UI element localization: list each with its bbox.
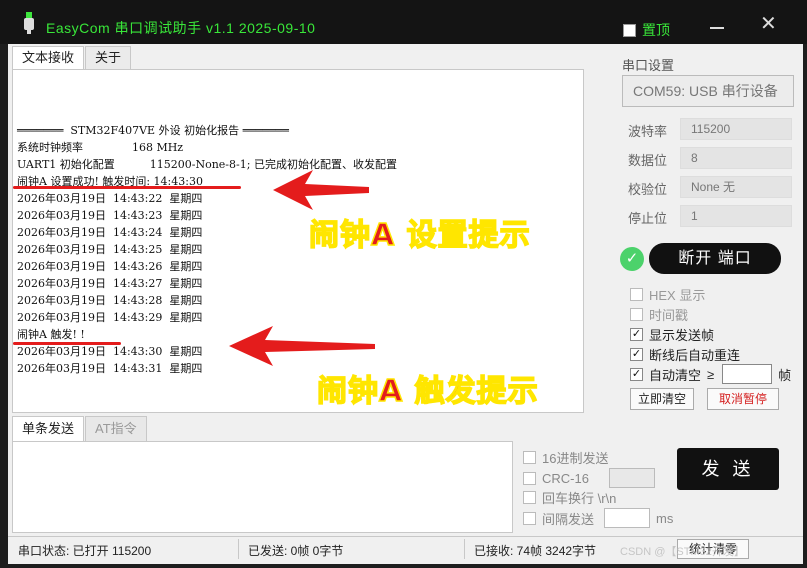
receive-line: 2026年03月19日 14:43:29 星期四 [17, 311, 203, 324]
cancel-pause-button[interactable]: 取消暂停 [707, 388, 779, 410]
parity-select[interactable]: None 无 [680, 176, 792, 198]
show-sent-checkbox[interactable]: ✓ [630, 328, 643, 341]
connected-check-icon: ✓ [620, 247, 644, 271]
interval-label: 间隔发送 [542, 511, 595, 527]
watermark: CSDN @【STM32开发】 [620, 546, 745, 558]
tab-at-command[interactable]: AT指令 [85, 416, 147, 441]
hex-display-checkbox[interactable] [630, 288, 643, 301]
crc-option[interactable]: CRC-16 [523, 468, 655, 488]
status-divider [238, 539, 239, 559]
hex-send-label: 16进制发送 [542, 451, 609, 466]
receive-text-area[interactable]: ═══════ STM32F407VE 外设 初始化报告 ═══════ 系统时… [12, 69, 584, 413]
databits-select[interactable]: 8 [680, 147, 792, 169]
show-sent-option[interactable]: ✓ 显示发送帧 [630, 325, 714, 344]
interval-checkbox[interactable] [523, 511, 536, 525]
auto-clear-option[interactable]: ✓ 自动清空 ≥ 帧 [630, 364, 791, 384]
timestamp-label: 时间戳 [649, 308, 689, 323]
crlf-checkbox[interactable] [523, 491, 536, 504]
crlf-option[interactable]: 回车换行 \r\n [523, 488, 616, 507]
received-count: 已接收: 74帧 3242字节 [474, 544, 597, 558]
window-title: EasyCom 串口调试助手 v1.1 2025-09-10 [46, 20, 316, 36]
tab-single-send[interactable]: 单条发送 [12, 416, 85, 441]
frame-unit-label: 帧 [778, 367, 792, 383]
sent-count: 已发送: 0帧 0字节 [248, 544, 344, 558]
timestamp-option[interactable]: 时间戳 [630, 305, 688, 324]
title-bar: EasyCom 串口调试助手 v1.1 2025-09-10 置顶 ✕ [0, 0, 807, 44]
stopbits-select[interactable]: 1 [680, 205, 792, 227]
arrow-icon [273, 170, 369, 210]
timestamp-checkbox[interactable] [630, 308, 643, 321]
arrow-icon [229, 326, 375, 366]
receive-line: 2026年03月19日 14:43:28 星期四 [17, 294, 203, 307]
port-status: 串口状态: 已打开 115200 [18, 544, 152, 558]
underline-marker [13, 342, 121, 345]
receive-line: 2026年03月19日 14:43:25 星期四 [17, 243, 203, 256]
show-sent-label: 显示发送帧 [649, 328, 715, 343]
tab-text-receive[interactable]: 文本接收 [12, 46, 85, 69]
clear-now-button[interactable]: 立即清空 [630, 388, 694, 410]
auto-reconnect-option[interactable]: ✓ 断线后自动重连 [630, 345, 740, 364]
minimize-button[interactable] [710, 27, 724, 29]
receive-line: 2026年03月19日 14:43:22 星期四 [17, 192, 203, 205]
auto-clear-label: 自动清空 [649, 367, 702, 383]
receive-tabs: 文本接收 关于 [12, 46, 132, 69]
receive-line: 2026年03月19日 14:43:31 星期四 [17, 362, 203, 375]
crc-label: CRC-16 [542, 470, 589, 486]
pin-checkbox[interactable] [623, 23, 636, 37]
status-divider [464, 539, 465, 559]
pin-on-top-toggle[interactable]: 置顶 [623, 20, 670, 40]
stopbits-label: 停止位 [628, 211, 668, 226]
interval-send-option[interactable]: 间隔发送 ms [523, 508, 673, 528]
main-window: 文本接收 关于 ═══════ STM32F407VE 外设 初始化报告 ═══… [8, 44, 803, 564]
close-icon[interactable]: ✕ [760, 14, 777, 34]
underline-marker [13, 186, 241, 189]
baud-label: 波特率 [628, 124, 668, 139]
receive-line: 系统时钟频率 168 MHz [17, 141, 184, 154]
crlf-label: 回车换行 \r\n [542, 491, 617, 506]
pin-label: 置顶 [642, 22, 670, 38]
crc-checkbox[interactable] [523, 471, 536, 485]
auto-reconnect-checkbox[interactable]: ✓ [630, 348, 643, 361]
hex-display-option[interactable]: HEX 显示 [630, 285, 705, 304]
interval-ms-input[interactable] [604, 508, 651, 528]
receive-line: 2026年03月19日 14:43:26 星期四 [17, 260, 203, 273]
usb-app-icon [24, 12, 34, 34]
tab-about[interactable]: 关于 [85, 46, 132, 69]
receive-line: 闹钟A 触发! ! [17, 328, 85, 341]
serial-settings-title: 串口设置 [622, 58, 675, 73]
receive-line: 2026年03月19日 14:43:27 星期四 [17, 277, 203, 290]
receive-line: ═══════ STM32F407VE 外设 初始化报告 ═══════ [17, 124, 289, 137]
receive-line: 2026年03月19日 14:43:30 星期四 [17, 345, 203, 358]
send-input[interactable] [12, 441, 513, 533]
interval-ms-unit: ms [656, 510, 674, 526]
auto-clear-ge: ≥ [707, 366, 715, 382]
send-button[interactable]: 发 送 [677, 448, 779, 490]
receive-line: 2026年03月19日 14:43:24 星期四 [17, 226, 203, 239]
hex-display-label: HEX 显示 [649, 288, 706, 303]
disconnect-port-button[interactable]: 断开 端口 [649, 243, 781, 274]
hex-send-checkbox[interactable] [523, 451, 536, 464]
crc-value-field [608, 468, 655, 488]
parity-label: 校验位 [628, 182, 668, 197]
auto-clear-count-input[interactable] [722, 364, 773, 384]
auto-clear-checkbox[interactable]: ✓ [630, 367, 643, 381]
alarm-trigger-annotation: 闹钟A 触发提示 [316, 373, 539, 410]
port-select[interactable]: COM59: USB 串行设备 [622, 75, 794, 107]
alarm-set-annotation: 闹钟A 设置提示 [308, 217, 531, 254]
baud-select[interactable]: 115200 [680, 118, 792, 140]
hex-send-option[interactable]: 16进制发送 [523, 448, 608, 467]
auto-reconnect-label: 断线后自动重连 [649, 348, 741, 363]
receive-line: 2026年03月19日 14:43:23 星期四 [17, 209, 203, 222]
send-tabs: 单条发送 AT指令 [12, 416, 148, 441]
databits-label: 数据位 [628, 153, 668, 168]
